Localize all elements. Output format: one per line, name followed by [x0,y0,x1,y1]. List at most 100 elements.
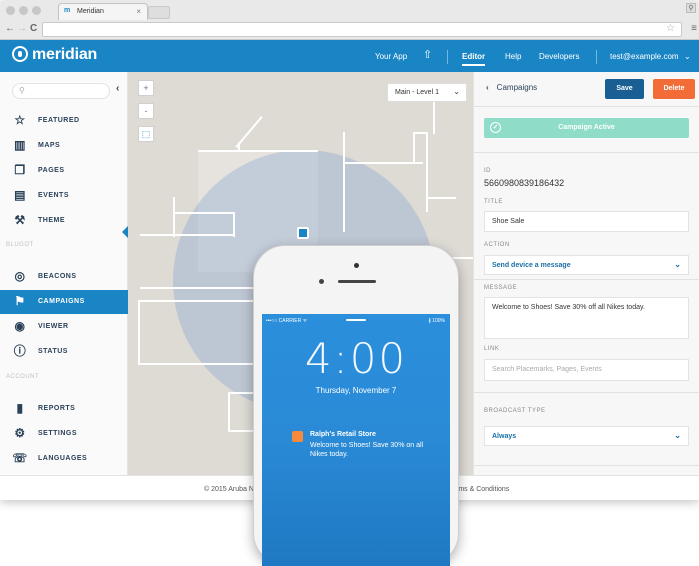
app-header: meridian Your App ⇧ Editor Help Develope… [0,40,699,72]
nav-account-email[interactable]: test@example.com [610,52,679,61]
beacon-icon: ◎ [14,269,26,283]
panel-divider [474,279,699,280]
sidebar-item-beacons[interactable]: ◎ BEACONS [0,265,128,289]
languages-icon: ☏ [12,451,28,465]
back-icon[interactable]: ← [5,23,15,34]
new-tab-button[interactable] [148,6,170,19]
notification-body[interactable]: Welcome to Shoes! Save 30% on all Nikes … [310,441,430,459]
sidebar-item-status[interactable]: ⓘ STATUS [0,340,128,364]
collapse-sidebar-icon[interactable]: ‹ [116,83,119,94]
reload-icon[interactable]: C [30,23,37,34]
campaign-panel: ‹ Campaigns Save Delete ✓ Campaign Active… [473,72,699,475]
sidebar-item-campaigns[interactable]: ⚑ CAMPAIGNS [0,290,128,314]
message-label: MESSAGE [484,285,518,291]
map-room [138,300,258,365]
chevron-down-icon: ⌄ [674,431,681,440]
sidebar-item-viewer[interactable]: ◉ VIEWER [0,315,128,339]
panel-divider [474,465,699,466]
sidebar-item-languages[interactable]: ☏ LANGUAGES [0,447,128,471]
back-chevron-icon[interactable]: ‹ [486,83,489,92]
map-wall [343,132,345,232]
sidebar-group-label: BLUGOT [6,242,34,248]
phone-camera [354,263,359,268]
action-select[interactable]: Send device a message ⌄ [484,255,689,275]
zoom-in-button[interactable]: + [138,80,154,96]
sidebar-item-theme[interactable]: ⚒ THEME [0,209,128,233]
lock-date: Thursday, November 7 [315,386,397,395]
browser-chrome: m Meridian × ⚲ ← → C ☆ ≡ [0,0,699,40]
tab-favicon: m [64,7,71,14]
tab-title: Meridian [77,8,104,15]
window-close-dot[interactable] [6,6,15,15]
id-label: ID [484,168,491,174]
browser-menu-icon[interactable]: ≡ [691,23,697,34]
battery-status: ∦ 100% [428,318,445,324]
id-value: 5660980839186432 [484,178,565,188]
panel-divider [474,106,699,107]
terms-link[interactable]: rms & Conditions [456,486,509,493]
link-label: LINK [484,346,500,352]
nav-your-app[interactable]: Your App [375,52,407,61]
pages-icon: ❐ [14,163,26,177]
map-wall [140,234,235,236]
message-textarea[interactable]: Welcome to Shoes! Save 30% off all Nikes… [484,297,689,339]
check-circle-icon: ✓ [490,122,501,133]
meridian-logo-icon [12,46,28,62]
sidebar: ⚲ ‹ ☆ FEATURED ▥ MAPS ❐ PAGES ▤ EVENTS ⚒… [0,72,128,475]
phone-mockup: •••○○ CARRIER ᯤ ∦ 100% 4:00 Thursday, No… [253,245,459,566]
lock-time: 4:00 [304,334,408,383]
reports-icon: ▮ [16,401,24,415]
zoom-out-button[interactable]: - [138,103,154,119]
broadcast-type-select[interactable]: Always ⌄ [484,426,689,446]
window-minimize-dot[interactable] [19,6,28,15]
browser-tab[interactable]: m Meridian × [58,3,148,20]
campaign-status-bar[interactable]: ✓ Campaign Active [484,118,689,138]
url-bar[interactable]: ☆ [42,22,682,37]
forward-icon[interactable]: → [17,23,27,34]
sidebar-item-maps[interactable]: ▥ MAPS [0,134,128,158]
nav-editor[interactable]: Editor [462,52,486,66]
search-icon: ⚲ [19,86,25,95]
save-button[interactable]: Save [605,79,644,99]
phone-sensor [319,279,324,284]
map-wall [198,150,318,152]
sidebar-item-pages[interactable]: ❐ PAGES [0,159,128,183]
level-select[interactable]: Main - Level 1 ⌄ [387,83,467,102]
link-search-input[interactable]: Search Placemarks, Pages, Events [484,359,689,381]
map-wall [413,132,415,164]
account-chevron-down-icon[interactable]: ⌄ [684,52,691,61]
title-field[interactable]: Shoe Sale [484,211,689,232]
header-divider [447,50,448,64]
share-icon[interactable]: ⇧ [423,48,432,61]
sidebar-item-reports[interactable]: ▮ REPORTS [0,397,128,421]
map-wall [235,116,263,148]
sidebar-item-events[interactable]: ▤ EVENTS [0,184,128,208]
bookmark-star-icon[interactable]: ☆ [666,23,675,34]
window-maximize-dot[interactable] [32,6,41,15]
events-icon: ▤ [14,188,26,202]
nav-developers[interactable]: Developers [539,52,579,61]
sidebar-item-featured[interactable]: ☆ FEATURED [0,109,128,133]
header-divider [596,50,597,64]
delete-button[interactable]: Delete [653,79,695,99]
star-icon: ☆ [14,113,26,127]
tab-close-icon[interactable]: × [136,7,141,16]
select-area-icon[interactable]: ⬚ [138,126,154,142]
notification-title[interactable]: Ralph's Retail Store [310,431,376,438]
carrier-status: •••○○ CARRIER ᯤ [266,318,308,324]
beacon-marker[interactable] [297,227,309,239]
map-wall [426,197,456,199]
map-wall [173,197,175,237]
map-wall [426,132,428,212]
map-wall [173,212,235,214]
map-wall [433,102,435,134]
phone-lock-screen: •••○○ CARRIER ᯤ ∦ 100% 4:00 Thursday, No… [262,314,450,566]
nav-help[interactable]: Help [505,52,521,61]
sidebar-search-input[interactable]: ⚲ [12,83,110,99]
sidebar-item-settings[interactable]: ⚙ SETTINGS [0,422,128,446]
map-wall [413,132,428,134]
profile-icon[interactable]: ⚲ [686,3,696,13]
sidebar-group-label: ACCOUNT [6,374,40,380]
lock-indicator [346,319,366,321]
meridian-logo[interactable]: meridian [12,46,97,64]
